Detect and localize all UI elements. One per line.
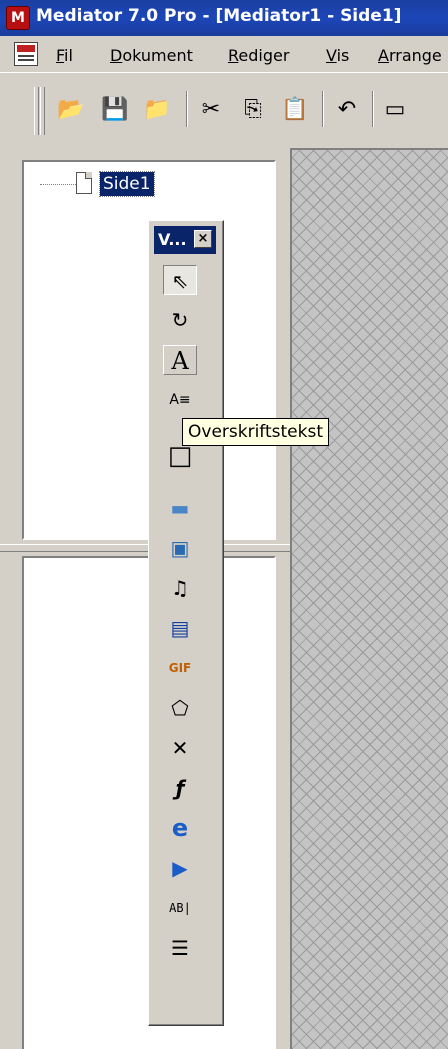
- input-field-tool-icon[interactable]: AB|: [163, 893, 197, 923]
- tools-palette: V... × ⇖ ↻ A A≡ □ ▬ ▣ ♫ ▤ GIF ⬠ ✕ ƒ e ▶ …: [148, 220, 224, 1026]
- close-icon[interactable]: ×: [194, 230, 212, 248]
- menu-vis[interactable]: Vis: [326, 46, 349, 65]
- menu-arrange[interactable]: Arrange: [378, 46, 442, 65]
- toolbar-separator: [186, 91, 188, 127]
- button-tool-icon[interactable]: ▬: [163, 493, 197, 523]
- form-tool-icon[interactable]: ☰: [163, 933, 197, 963]
- image-tool-icon[interactable]: ▣: [163, 533, 197, 563]
- menu-fil[interactable]: Fil: [56, 46, 73, 65]
- video-tool-icon[interactable]: ▤: [163, 613, 197, 643]
- mediator-app-icon[interactable]: [6, 6, 30, 30]
- sound-tool-icon[interactable]: ♫: [163, 573, 197, 603]
- paste-icon[interactable]: 📋: [280, 95, 310, 125]
- palette-title-bar[interactable]: V... ×: [154, 226, 216, 254]
- document-icon[interactable]: [14, 42, 38, 66]
- gif-tool-icon[interactable]: GIF: [163, 653, 197, 683]
- palette-title: V...: [158, 230, 187, 249]
- text-tool-icon[interactable]: A: [163, 345, 197, 375]
- flash-tool-icon[interactable]: ƒ: [163, 773, 197, 803]
- folder-icon[interactable]: 📁: [142, 95, 172, 125]
- rotate-tool-icon[interactable]: ↻: [163, 305, 197, 335]
- media-player-tool-icon[interactable]: ▶: [163, 853, 197, 883]
- preview-icon[interactable]: ▭: [380, 95, 410, 125]
- panel-splitter[interactable]: [0, 544, 290, 552]
- work-canvas[interactable]: [290, 148, 448, 1049]
- copy-icon[interactable]: ⎘: [238, 95, 268, 125]
- toolbar-separator: [322, 91, 324, 127]
- save-icon[interactable]: 💾: [100, 95, 130, 125]
- toolbar-separator: [372, 91, 374, 127]
- title-bar: Mediator 7.0 Pro - [Mediator1 - Side1]: [0, 0, 448, 36]
- tree-node-side1[interactable]: Side1: [99, 171, 155, 197]
- cut-icon[interactable]: ✂: [196, 95, 226, 125]
- open-folder-icon[interactable]: 📂: [56, 95, 86, 125]
- tree-connector: [40, 184, 76, 185]
- menu-rediger[interactable]: Rediger: [228, 46, 289, 65]
- toolbar: 📂 💾 📁 ✂ ⎘ 📋 ↶ ▭: [0, 72, 448, 142]
- path-tool-icon[interactable]: ✕: [163, 733, 197, 763]
- heading-text-tool-icon[interactable]: A≡: [163, 385, 197, 415]
- toolbar-grip[interactable]: [34, 87, 39, 135]
- undo-icon[interactable]: ↶: [332, 95, 362, 125]
- menu-dokument[interactable]: Dokument: [110, 46, 193, 65]
- web-browser-tool-icon[interactable]: e: [163, 813, 197, 843]
- page-icon: [76, 172, 92, 194]
- window-title: Mediator 7.0 Pro - [Mediator1 - Side1]: [36, 6, 402, 26]
- toolbar-grip[interactable]: [40, 87, 45, 135]
- select-tool-icon[interactable]: ⇖: [163, 265, 197, 295]
- polygon-tool-icon[interactable]: ⬠: [163, 693, 197, 723]
- tooltip: Overskriftstekst: [182, 418, 330, 446]
- menu-bar: Fil Dokument Rediger Vis Arrange: [0, 36, 448, 72]
